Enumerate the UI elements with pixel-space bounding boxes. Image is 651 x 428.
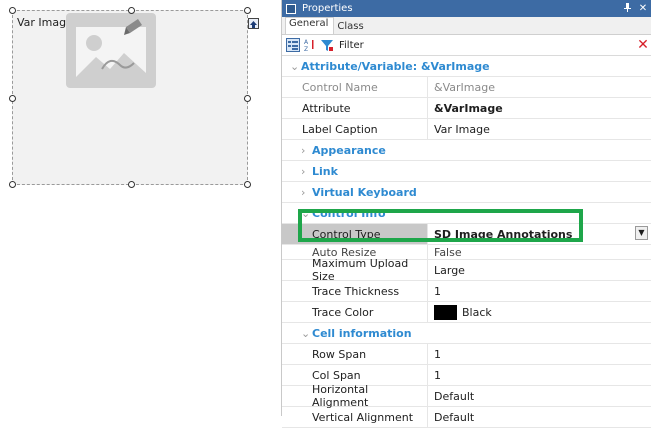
resize-handle-se[interactable] [244, 181, 251, 188]
property-label: Label Caption [282, 119, 428, 139]
color-name: Black [462, 305, 492, 319]
category-label: Cell information [312, 326, 412, 340]
category-link[interactable]: › Link [282, 161, 651, 182]
image-control-label: Var Image [17, 16, 73, 29]
tab-general[interactable]: General [285, 17, 335, 34]
resize-handle-nw[interactable] [9, 7, 16, 14]
property-value: &VarImage [434, 80, 495, 94]
alphabetical-sort-icon[interactable]: AZ [303, 38, 317, 53]
property-row-horizontal-alignment[interactable]: Horizontal Alignment Default [282, 383, 651, 409]
category-cell-information[interactable]: ⌄ Cell information [282, 323, 651, 344]
property-value[interactable]: Black [428, 302, 651, 322]
property-label: Control Type [282, 224, 428, 244]
properties-toolbar: AZ Filter ✕ [282, 35, 651, 56]
dropdown-arrow-icon[interactable]: ▼ [635, 226, 648, 240]
property-label: Control Name [282, 77, 428, 97]
category-label: Appearance [312, 143, 386, 157]
chevron-right-icon: › [301, 185, 306, 199]
resize-handle-e[interactable] [244, 95, 251, 102]
property-value[interactable]: 1 [428, 281, 651, 301]
category-label: Attribute/Variable: &VarImage [301, 59, 490, 73]
category-virtual-keyboard[interactable]: › Virtual Keyboard [282, 182, 651, 203]
svg-text:A: A [304, 39, 309, 46]
category-attribute-variable[interactable]: ⌄ Attribute/Variable: &VarImage [282, 56, 651, 77]
property-row-max-upload[interactable]: Maximum Upload Size Large [282, 257, 651, 283]
property-row-control-type[interactable]: Control Type SD Image Annotations ▼ [282, 224, 651, 245]
property-row-trace-thickness[interactable]: Trace Thickness 1 [282, 281, 651, 302]
filter-label: Filter [339, 39, 364, 51]
property-label: Maximum Upload Size [282, 257, 428, 283]
property-value[interactable]: 1 [428, 344, 651, 364]
property-label: Vertical Alignment [282, 407, 428, 427]
property-value[interactable]: Var Image [428, 119, 651, 139]
tab-class[interactable]: Class [334, 21, 368, 34]
chevron-right-icon: › [301, 143, 306, 157]
properties-title: Properties [302, 3, 353, 14]
property-grid: ⌄ Attribute/Variable: &VarImage Control … [282, 56, 651, 428]
svg-text:Z: Z [304, 46, 308, 52]
properties-window-icon [286, 3, 296, 14]
properties-panel: Properties ✕ General Class AZ Filter ✕ ⌄… [281, 0, 651, 428]
upload-arrow-icon[interactable] [248, 18, 259, 29]
category-label: Control Info [312, 206, 386, 220]
property-value[interactable]: False [428, 245, 651, 259]
property-value[interactable]: SD Image Annotations [428, 224, 651, 244]
property-row-control-name[interactable]: Control Name &VarImage [282, 77, 651, 98]
property-value[interactable]: &VarImage [428, 98, 651, 118]
clear-filter-icon[interactable]: ✕ [635, 37, 651, 53]
properties-titlebar: Properties ✕ [282, 0, 651, 17]
funnel-icon[interactable] [320, 38, 334, 52]
property-row-vertical-alignment[interactable]: Vertical Alignment Default [282, 407, 651, 428]
property-value[interactable]: Large [428, 260, 651, 280]
property-label: Horizontal Alignment [282, 383, 428, 409]
pin-icon[interactable] [619, 2, 635, 15]
property-value[interactable]: Default [428, 407, 651, 427]
property-value[interactable]: Default [428, 386, 651, 406]
properties-tabs: General Class [282, 17, 651, 35]
resize-handle-s[interactable] [128, 181, 135, 188]
category-label: Link [312, 164, 338, 178]
chevron-right-icon: › [301, 164, 306, 178]
category-control-info[interactable]: ⌄ Control Info [282, 203, 651, 224]
form-designer-canvas[interactable]: Var Image [0, 0, 280, 416]
close-icon[interactable]: ✕ [635, 3, 651, 14]
property-label: Row Span [282, 344, 428, 364]
resize-handle-n[interactable] [128, 7, 135, 14]
property-label: Col Span [282, 365, 428, 385]
category-label: Virtual Keyboard [312, 185, 417, 199]
categorized-sort-icon[interactable] [286, 38, 300, 52]
property-label: Trace Color [282, 302, 428, 322]
property-row-trace-color[interactable]: Trace Color Black [282, 302, 651, 323]
color-swatch [434, 304, 457, 320]
property-row-label-caption[interactable]: Label Caption Var Image [282, 119, 651, 140]
resize-handle-sw[interactable] [9, 181, 16, 188]
resize-handle-w[interactable] [9, 95, 16, 102]
property-value[interactable]: 1 [428, 365, 651, 385]
property-label: Trace Thickness [282, 281, 428, 301]
chevron-down-icon: ⌄ [301, 206, 311, 220]
property-row-attribute[interactable]: Attribute &VarImage [282, 98, 651, 119]
image-placeholder-icon [66, 13, 156, 88]
filter-input[interactable] [367, 38, 631, 52]
chevron-down-icon: ⌄ [301, 326, 311, 340]
category-appearance[interactable]: › Appearance [282, 140, 651, 161]
property-row-row-span[interactable]: Row Span 1 [282, 344, 651, 365]
image-control[interactable]: Var Image [9, 7, 259, 188]
property-label: Attribute [282, 98, 428, 118]
resize-handle-ne[interactable] [244, 7, 251, 14]
chevron-down-icon: ⌄ [290, 59, 300, 73]
